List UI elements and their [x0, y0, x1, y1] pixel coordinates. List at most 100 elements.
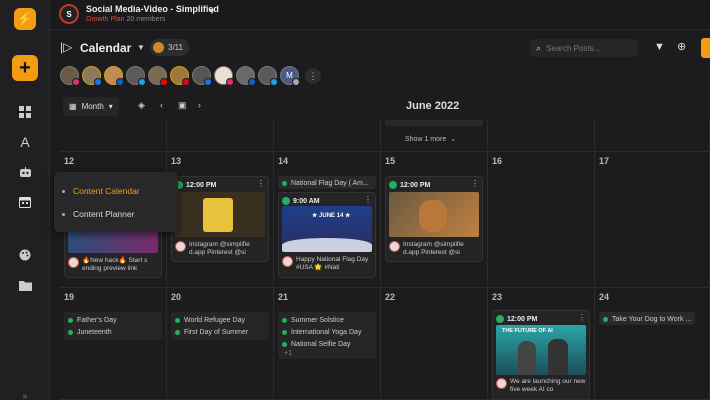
search-input[interactable]: ⌕ Search Posts...: [530, 39, 638, 57]
event-item[interactable]: World Refugee Day: [175, 314, 265, 326]
calendar-cell[interactable]: 22: [381, 288, 488, 400]
calendar-cell[interactable]: [595, 120, 710, 152]
profile-avatar[interactable]: M: [280, 66, 300, 86]
event-item[interactable]: Juneteenth: [68, 326, 158, 338]
event-item[interactable]: First Day of Summer: [175, 326, 265, 338]
calendar-cell[interactable]: 21 Summer Solstice International Yoga Da…: [274, 288, 381, 400]
profile-avatar[interactable]: [148, 66, 168, 86]
workspace-title[interactable]: Social Media-Video - Simplified: [86, 4, 219, 14]
prev-month-icon[interactable]: ‹: [160, 100, 163, 110]
calendar-cell[interactable]: [274, 120, 381, 152]
dashboard-icon[interactable]: [13, 100, 37, 124]
menu-item-content-calendar[interactable]: Content Calendar: [62, 186, 140, 196]
event-item[interactable]: Summer Solstice: [282, 314, 372, 326]
post-time: 12:00 PM: [175, 180, 265, 190]
more-profiles-icon[interactable]: ⋮: [305, 68, 321, 84]
clock-icon: [282, 197, 290, 205]
calendar-cell[interactable]: [167, 120, 274, 152]
create-button[interactable]: +: [12, 55, 38, 81]
avatar: [68, 257, 79, 268]
show-more-label: Show 1 more: [405, 135, 447, 143]
profile-avatar[interactable]: [126, 66, 146, 86]
event-chip[interactable]: National Flag Day ( Am...: [278, 176, 376, 189]
show-more-link[interactable]: Show 1 more ⌄: [405, 135, 456, 144]
folder-icon[interactable]: [13, 273, 37, 297]
profile-avatar[interactable]: [236, 66, 256, 86]
event-list[interactable]: World Refugee Day First Day of Summer: [171, 312, 269, 340]
more-events-count[interactable]: +1: [282, 350, 372, 357]
profile-avatar[interactable]: [258, 66, 278, 86]
event-item[interactable]: National Selfie Day: [282, 338, 372, 350]
design-icon[interactable]: A: [13, 130, 37, 154]
event-dot: [68, 329, 73, 335]
linkedin-icon: [116, 78, 124, 86]
calendar-cell[interactable]: 24 Take Your Dog to Work ...: [595, 288, 710, 400]
calendar-cell[interactable]: 15 12:00 PM ⋮ Instagram @simplifie d.app…: [381, 152, 488, 288]
event-chip[interactable]: Take Your Dog to Work ...: [599, 312, 695, 325]
workspace-avatar[interactable]: S: [59, 4, 79, 24]
calendar-cell[interactable]: 20 World Refugee Day First Day of Summer: [167, 288, 274, 400]
calendar-icon[interactable]: [13, 190, 37, 214]
post-card[interactable]: 12:00 PM ⋮ Instagram @simplifie d.app Pi…: [385, 176, 483, 262]
expand-rail-icon[interactable]: »: [13, 384, 37, 400]
event-label: Summer Solstice: [291, 316, 344, 324]
clock-icon: [496, 315, 504, 323]
youtube-icon: [160, 78, 168, 86]
calendar-cell[interactable]: [488, 120, 595, 152]
profile-avatar[interactable]: [170, 66, 190, 86]
search-placeholder: Search Posts...: [546, 43, 601, 53]
new-post-button[interactable]: [701, 38, 710, 58]
profiles-count-badge[interactable]: 3/11: [150, 39, 189, 56]
sidebar-toggle-icon[interactable]: |▷: [60, 40, 72, 54]
more-options-icon[interactable]: ⋮: [364, 195, 372, 204]
event-item[interactable]: Father's Day: [68, 314, 158, 326]
event-list[interactable]: Father's Day Juneteenth: [64, 312, 162, 340]
post-thumbnail: ★ JUNE 14 ★: [282, 206, 372, 252]
chevron-down-icon[interactable]: ▼: [208, 7, 216, 16]
more-options-icon[interactable]: ⋮: [471, 179, 479, 188]
profile-avatar[interactable]: [192, 66, 212, 86]
more-options-icon[interactable]: ⋮: [257, 179, 265, 188]
calendar-cell[interactable]: 19 Father's Day Juneteenth: [60, 288, 167, 400]
profiles-count: 3/11: [168, 43, 183, 52]
page-title[interactable]: Calendar: [80, 41, 131, 55]
google-icon: [292, 78, 300, 86]
post-card[interactable]: 12:00 PM ⋮ THE FUTURE OF AI We are launc…: [492, 310, 590, 399]
more-options-icon[interactable]: ⋮: [578, 313, 586, 322]
profile-avatar[interactable]: [82, 66, 102, 86]
post-thumbnail: [68, 229, 158, 253]
calendar-cell[interactable]: Show 1 more ⌄: [381, 120, 488, 152]
app-logo-icon[interactable]: ⚡: [14, 8, 36, 30]
view-select[interactable]: ▦ Month ▾: [63, 97, 119, 116]
ai-robot-icon[interactable]: [13, 160, 37, 184]
globe-icon[interactable]: ⊕: [677, 40, 686, 53]
date-picker-icon[interactable]: ▣: [178, 100, 187, 111]
today-icon[interactable]: ◈: [138, 100, 145, 111]
calendar-cell[interactable]: 23 12:00 PM ⋮ THE FUTURE OF AI We are la…: [488, 288, 595, 400]
next-month-icon[interactable]: ›: [198, 100, 201, 110]
post-caption: Instagram @simplifie d.app Pinterest @si: [389, 241, 479, 257]
calendar-cell[interactable]: 17: [595, 152, 710, 288]
event-item[interactable]: International Yoga Day: [282, 326, 372, 338]
event-list[interactable]: Summer Solstice International Yoga Day N…: [278, 312, 376, 359]
calendar-cell[interactable]: 16: [488, 152, 595, 288]
post-card[interactable]: 9:00 AM ⋮ ★ JUNE 14 ★ Happy National Fla…: [278, 192, 376, 278]
post-time-text: 9:00 AM: [293, 197, 320, 205]
menu-item-content-planner[interactable]: Content Planner: [62, 209, 134, 219]
profile-avatar[interactable]: [214, 66, 234, 86]
profile-avatar[interactable]: [104, 66, 124, 86]
post-card[interactable]: 🔥New hack🔥 Start s ending preview link: [64, 228, 162, 278]
post-card[interactable]: 12:00 PM ⋮ Instagram @simplifie d.app Pi…: [171, 176, 269, 262]
profile-avatar[interactable]: [60, 66, 80, 86]
filter-icon[interactable]: ▼: [654, 41, 665, 53]
day-number: 15: [385, 156, 396, 166]
calendar-cell[interactable]: 14 National Flag Day ( Am... 9:00 AM ⋮ ★…: [274, 152, 381, 288]
workspace-bar: S Social Media-Video - Simplified Growth…: [50, 0, 710, 30]
palette-icon[interactable]: [13, 243, 37, 267]
chevron-down-icon[interactable]: ▼: [137, 43, 145, 52]
post-card[interactable]: [385, 120, 483, 126]
chevron-down-icon: ▾: [108, 102, 113, 111]
members-count: 20 members: [126, 16, 166, 23]
calendar-cell[interactable]: [60, 120, 167, 152]
calendar-cell[interactable]: 13 12:00 PM ⋮ Instagram @simplifie d.app…: [167, 152, 274, 288]
